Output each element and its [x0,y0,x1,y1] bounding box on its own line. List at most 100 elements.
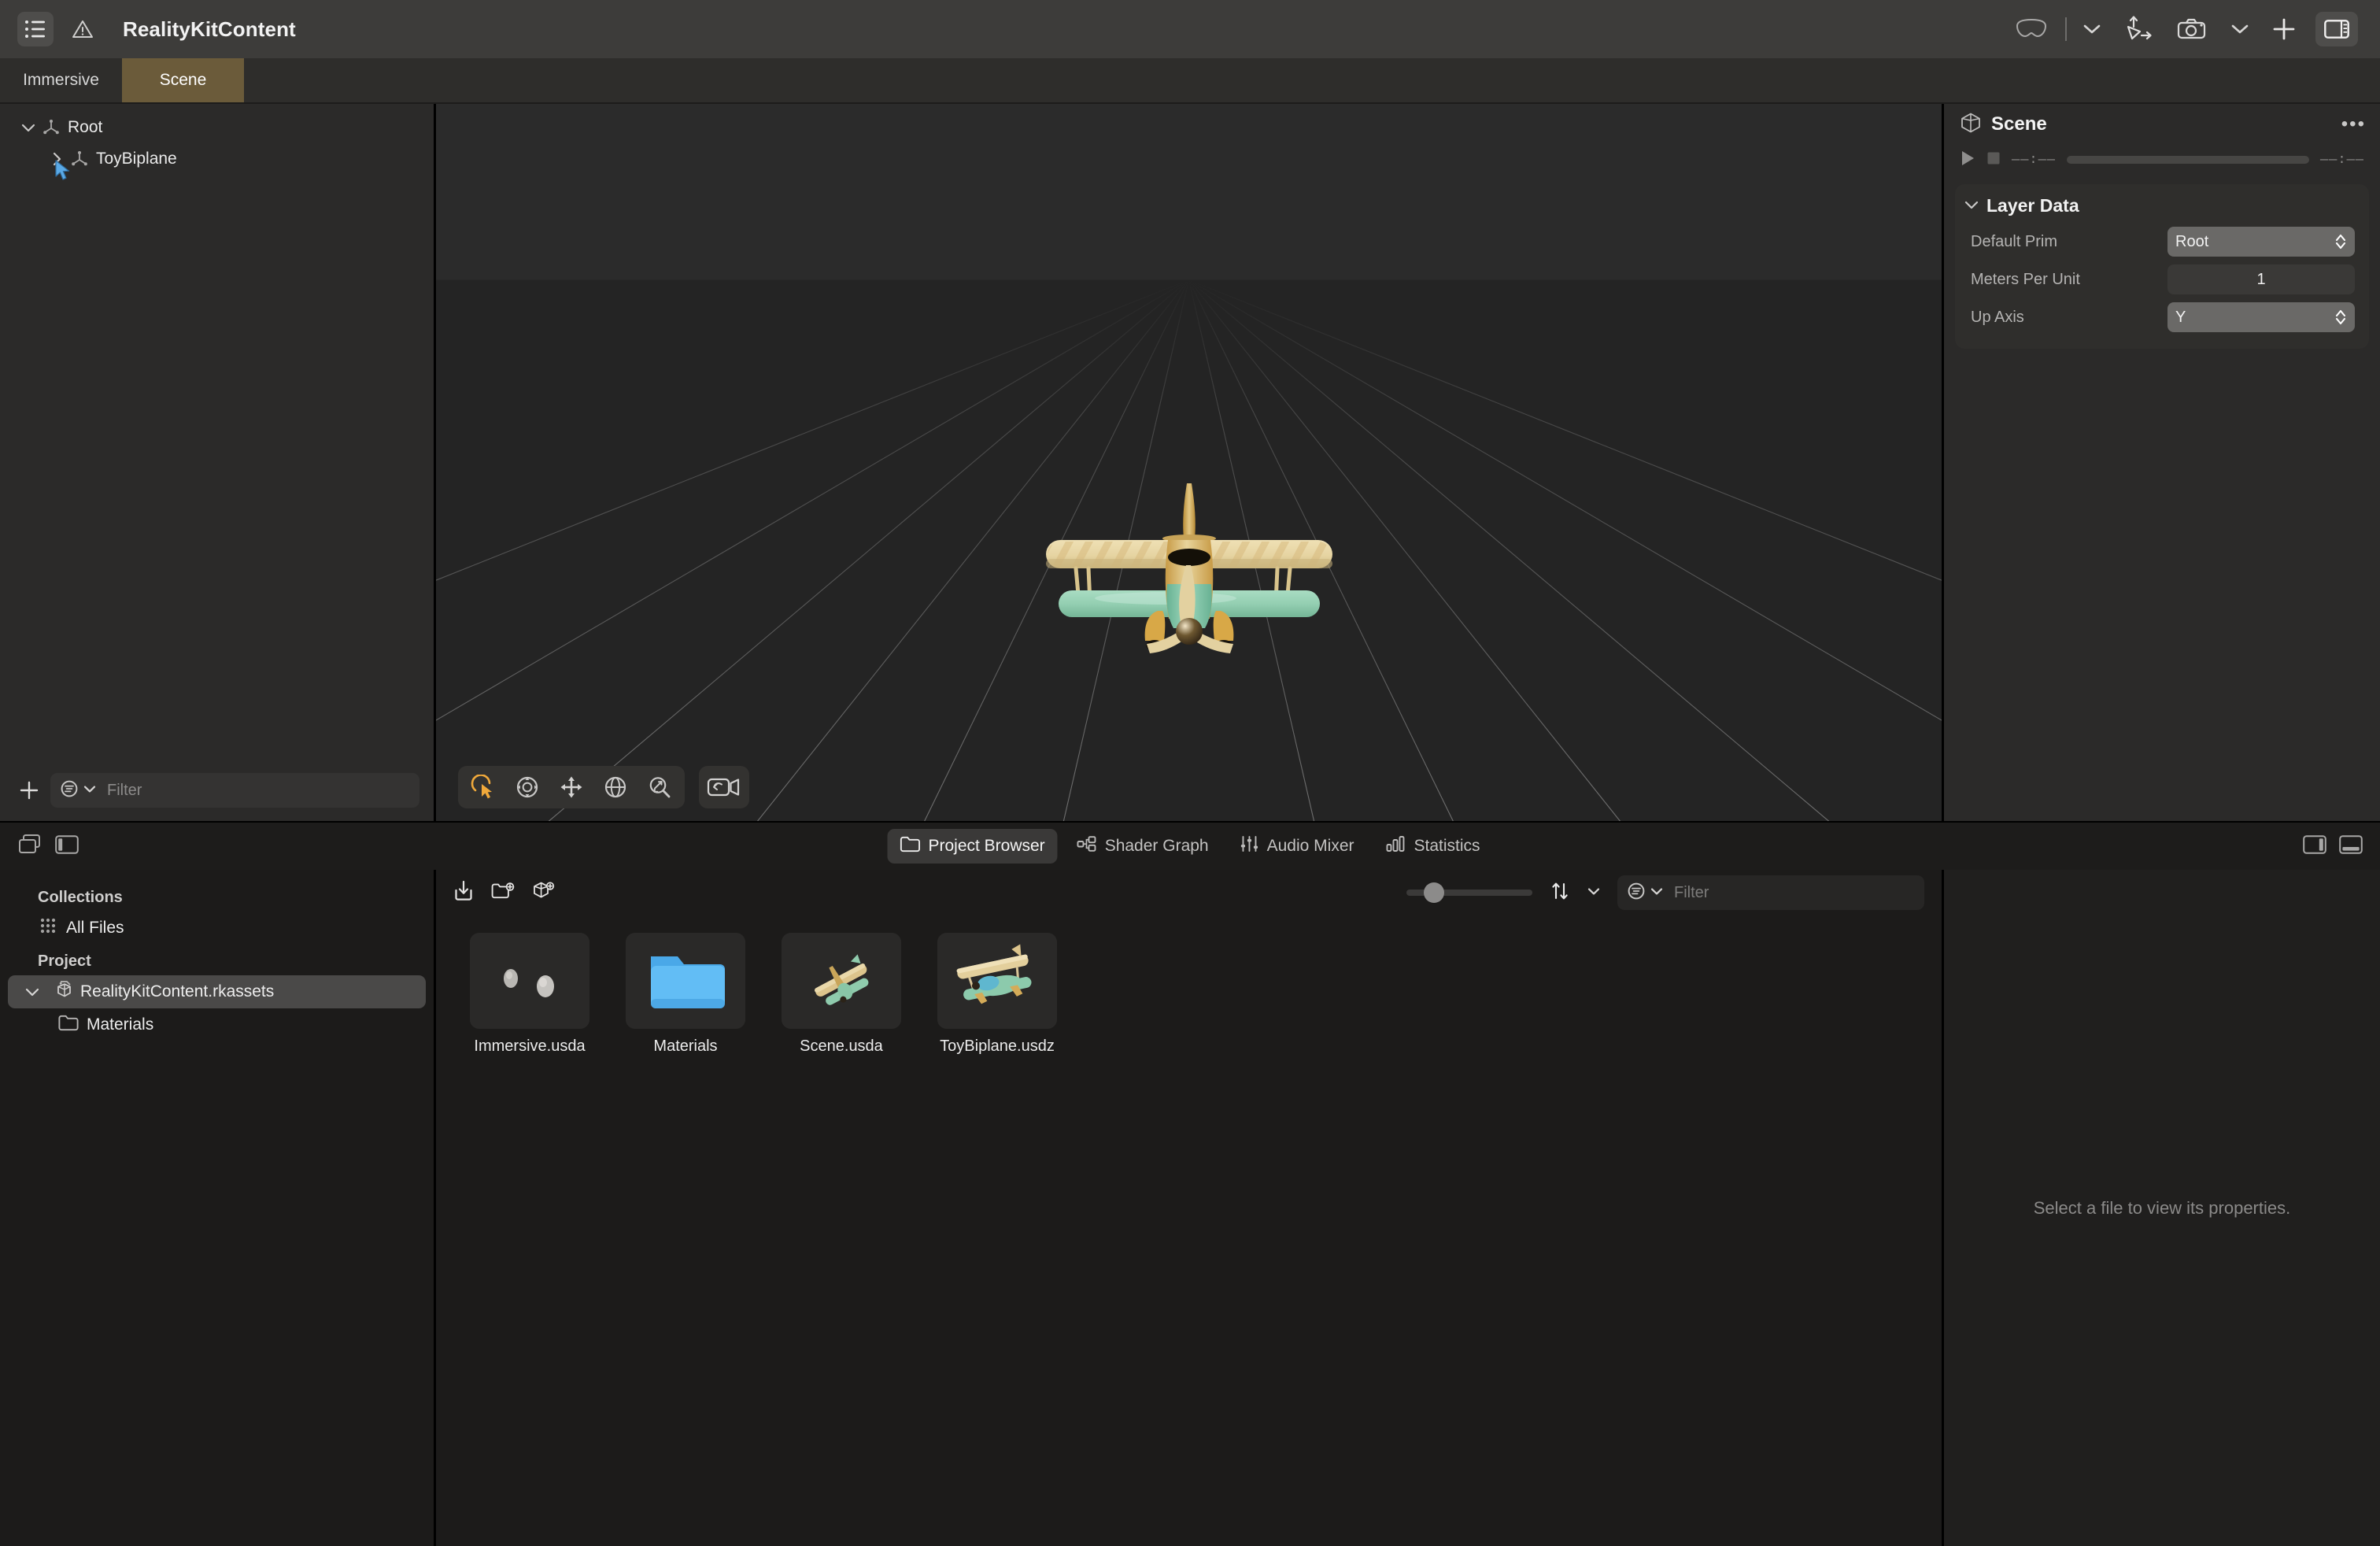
thumbnail-size-slider[interactable] [1406,882,1532,903]
warning-triangle-icon[interactable] [65,12,101,46]
3d-viewport[interactable] [436,104,1944,821]
chevron-down-icon[interactable] [1587,886,1600,900]
import-icon[interactable] [453,880,474,906]
bottom-tabs: Project Browser Shader Graph Audio Mixer… [887,829,1492,864]
filter-icon[interactable] [1627,882,1646,904]
property-row-up-axis: Up Axis Y [1955,298,2369,336]
play-to-device-icon[interactable] [2112,7,2166,51]
stepper-arrows-icon[interactable] [2334,308,2347,327]
collection-row-rkassets[interactable]: RealityKitContent.rkassets [8,975,426,1008]
preview-chevron-icon[interactable] [2071,7,2112,51]
file-item-immersive[interactable]: Immersive.usda [455,928,604,1061]
reset-camera-button[interactable] [699,766,749,808]
title-bar-left: RealityKitContent [17,12,296,46]
bottom-panel-toggle-icon[interactable] [2339,834,2363,858]
inspector-header: Scene ••• [1944,104,2380,145]
inspector-title: Scene [1991,113,2047,135]
collection-label-all-files: All Files [66,919,124,937]
tab-project-browser[interactable]: Project Browser [887,829,1058,864]
up-axis-value: Y [2175,308,2186,326]
collection-label-rkassets: RealityKitContent.rkassets [80,982,275,1000]
browser-filter-field[interactable]: Filter [1617,875,1924,910]
tab-statistics[interactable]: Statistics [1373,829,1493,864]
rotate-tool[interactable] [595,769,636,805]
tab-statistics-label: Statistics [1414,837,1480,855]
zoom-tool[interactable] [639,769,680,805]
file-properties-empty-message: Select a file to view its properties. [2033,1197,2291,1218]
scene-hierarchy-panel: Root ToyBiplane Filter [0,104,436,821]
chevron-down-icon[interactable] [1964,199,1979,213]
right-panel-toggle-icon[interactable] [2303,834,2326,858]
meters-per-unit-label: Meters Per Unit [1971,270,2080,288]
tree-row-root[interactable]: Root [0,112,434,143]
default-prim-value: Root [2175,232,2209,250]
new-asset-icon[interactable] [532,880,556,906]
reality-composer-pro-window: RealityKitContent Immersive Scene Root T… [0,0,2380,1546]
camera-icon[interactable] [2166,7,2219,51]
pan-tool[interactable] [551,769,592,805]
tree-row-toybiplane[interactable]: ToyBiplane [0,143,434,180]
play-icon[interactable] [1960,150,1975,171]
toy-biplane-model[interactable] [1024,472,1354,665]
file-item-toybiplane-usdz[interactable]: ToyBiplane.usdz [922,928,1072,1061]
left-panel-toggle-icon[interactable] [55,834,79,858]
viewport-grid [436,104,1942,821]
chevron-down-icon[interactable] [1650,886,1663,900]
file-browser-toolbar-right: Filter [1406,875,1924,910]
file-item-scene-usda[interactable]: Scene.usda [767,928,916,1061]
default-prim-popup[interactable]: Root [2168,227,2355,257]
slider-knob[interactable] [1424,882,1444,903]
inspector-toggle-icon[interactable] [2315,12,2358,46]
hierarchy-filter-field[interactable]: Filter [50,773,419,808]
stop-icon[interactable] [1986,151,2001,169]
tree-label-toybiplane: ToyBiplane [96,150,177,168]
layer-data-title: Layer Data [1986,195,2079,216]
transport-current-time: ——:—— [2012,152,2057,168]
collections-header: Collections [38,889,123,906]
select-tool[interactable] [463,769,504,805]
collection-label-materials: Materials [87,1015,154,1034]
up-axis-label: Up Axis [1971,308,2024,326]
title-bar-right [2002,7,2358,51]
all-files-icon [38,915,58,941]
list-sidebar-icon[interactable] [17,12,54,46]
transport-scrubber[interactable] [2067,156,2309,164]
folder-icon [900,835,921,857]
new-folder-icon[interactable] [491,881,515,905]
file-item-materials[interactable]: Materials [611,928,760,1061]
tab-shader-graph[interactable]: Shader Graph [1064,829,1221,864]
project-header: Project [38,952,91,970]
collections-panel-toggle-icon[interactable] [17,834,42,860]
tab-audio-mixer[interactable]: Audio Mixer [1228,829,1367,864]
chevron-down-icon[interactable] [17,123,39,132]
property-row-default-prim: Default Prim Root [1955,223,2369,261]
large-biplane-thumb [937,933,1057,1029]
tab-shader-graph-label: Shader Graph [1104,837,1209,855]
camera-chevron-icon[interactable] [2219,7,2260,51]
collection-row-materials[interactable]: Materials [8,1008,426,1041]
filter-icon[interactable] [60,779,79,802]
orbit-tool[interactable] [507,769,548,805]
layer-data-header[interactable]: Layer Data [1955,195,2369,223]
chevron-down-icon[interactable] [83,783,96,797]
collection-row-all-files[interactable]: All Files [8,912,426,945]
tab-scene[interactable]: Scene [122,58,244,102]
up-axis-popup[interactable]: Y [2168,302,2355,332]
layer-data-section: Layer Data Default Prim Root Meters Per … [1955,184,2369,349]
tab-project-browser-label: Project Browser [928,837,1045,855]
chevron-down-icon[interactable] [22,987,42,997]
add-icon[interactable] [2260,7,2308,51]
sort-icon[interactable] [1550,881,1570,905]
meters-per-unit-field[interactable]: 1 [2168,264,2355,294]
title-bar: RealityKitContent [0,0,2380,58]
project-browser-panel: Collections All Files Project RealityKit… [0,870,2380,1546]
add-entity-button[interactable] [17,779,41,802]
bottom-bar-right [2303,834,2363,858]
property-row-meters-per-unit: Meters Per Unit 1 [1955,261,2369,298]
inspector-more-button[interactable]: ••• [2341,115,2366,134]
tab-immersive[interactable]: Immersive [0,58,122,102]
vision-pro-preview-icon[interactable] [2002,7,2060,51]
chevron-right-icon[interactable] [46,152,68,166]
tree-label-root: Root [68,118,103,136]
stepper-arrows-icon[interactable] [2334,232,2347,251]
